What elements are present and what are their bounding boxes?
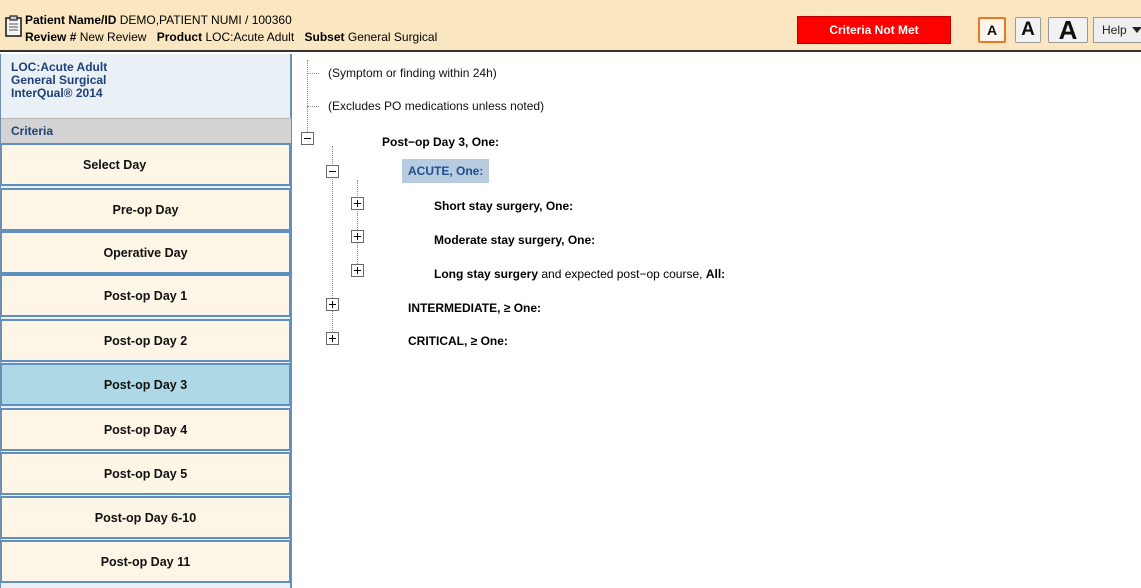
expand-icon[interactable] [351,264,364,277]
tree-node-long-stay: Long stay surgery and expected post−op c… [434,267,725,281]
review-value: New Review [79,30,147,44]
criteria-header: Criteria [1,118,291,143]
help-label: Help [1102,23,1127,37]
tree-node-label: CRITICAL, ≥ One: [408,334,508,348]
tree-node-critical: CRITICAL, ≥ One: [408,334,508,348]
tree-node-label-all: All: [705,267,726,281]
criteria-status-button[interactable]: Criteria Not Met [797,16,951,44]
font-size-medium-button[interactable]: A [1015,17,1041,43]
product-label: Product [156,30,203,44]
expand-icon[interactable] [351,197,364,210]
tree-connector [307,73,319,74]
tree-node-moderate-stay: Moderate stay surgery, One: [434,233,595,247]
expand-icon[interactable] [326,332,339,345]
tree-node-text: and expected post−op course, [538,267,706,281]
patient-label: Patient Name/ID [25,13,117,27]
patient-info: Patient Name/ID DEMO,PATIENT NUMI / 1003… [25,13,299,27]
tree-node-post-op-day-3: Post−op Day 3, One: [382,135,499,149]
criteria-tree: (Symptom or finding within 24h) (Exclude… [296,54,1141,588]
clipboard-icon [5,15,22,37]
tree-node-label: INTERMEDIATE, ≥ One: [408,301,542,315]
font-size-large-button[interactable]: A [1048,15,1088,45]
expand-icon[interactable] [326,298,339,311]
font-size-small-button[interactable]: A [978,17,1006,43]
tree-node-label: Post−op Day 3, One: [382,135,500,149]
tree-node-intermediate: INTERMEDIATE, ≥ One: [408,301,541,315]
sidebar-version: InterQual® 2014 [11,86,103,100]
collapse-icon[interactable] [301,132,314,145]
tree-node-acute[interactable]: ACUTE, One: [402,159,490,183]
tree-connector [357,180,358,270]
sidebar-item-post-op-day-1[interactable]: Post-op Day 1 [1,274,291,317]
sidebar-info: LOC:Acute Adult General Surgical InterQu… [11,61,107,100]
review-label: Review # [25,30,77,44]
review-info: Review # New Review Product LOC:Acute Ad… [25,30,444,44]
sidebar-item-post-op-day-11[interactable]: Post-op Day 11 [1,540,291,583]
header-bar: Patient Name/ID DEMO,PATIENT NUMI / 1003… [0,0,1141,52]
tree-connector [307,60,308,132]
patient-value: DEMO,PATIENT NUMI / 100360 [119,13,292,27]
sidebar-item-post-op-day-3[interactable]: Post-op Day 3 [1,363,291,406]
tree-note-excludes: (Excludes PO medications unless noted) [328,99,545,113]
sidebar-item-post-op-day-4[interactable]: Post-op Day 4 [1,408,291,451]
sidebar-item-operative-day[interactable]: Operative Day [1,231,291,274]
subset-value: General Surgical [347,30,438,44]
tree-connector [307,106,319,107]
subset-label: Subset [304,30,345,44]
tree-note-symptom: (Symptom or finding within 24h) [328,66,497,80]
tree-node-label: Moderate stay surgery, One: [434,233,596,247]
sidebar-item-pre-op-day[interactable]: Pre-op Day [1,188,291,231]
tree-node-label: Long stay surgery [434,267,539,281]
expand-icon[interactable] [351,230,364,243]
tree-node-label: Short stay surgery, One: [434,199,574,213]
chevron-down-icon [1131,27,1141,33]
sidebar-item-select-day[interactable]: Select Day [1,143,291,186]
sidebar-item-post-op-day-2[interactable]: Post-op Day 2 [1,319,291,362]
sidebar: LOC:Acute Adult General Surgical InterQu… [0,54,292,588]
sidebar-item-post-op-day-6-10[interactable]: Post-op Day 6-10 [1,496,291,539]
collapse-icon[interactable] [326,165,339,178]
tree-node-short-stay: Short stay surgery, One: [434,199,573,213]
sidebar-item-post-op-day-5[interactable]: Post-op Day 5 [1,452,291,495]
product-value: LOC:Acute Adult [205,30,295,44]
help-menu-button[interactable]: Help [1093,17,1141,43]
